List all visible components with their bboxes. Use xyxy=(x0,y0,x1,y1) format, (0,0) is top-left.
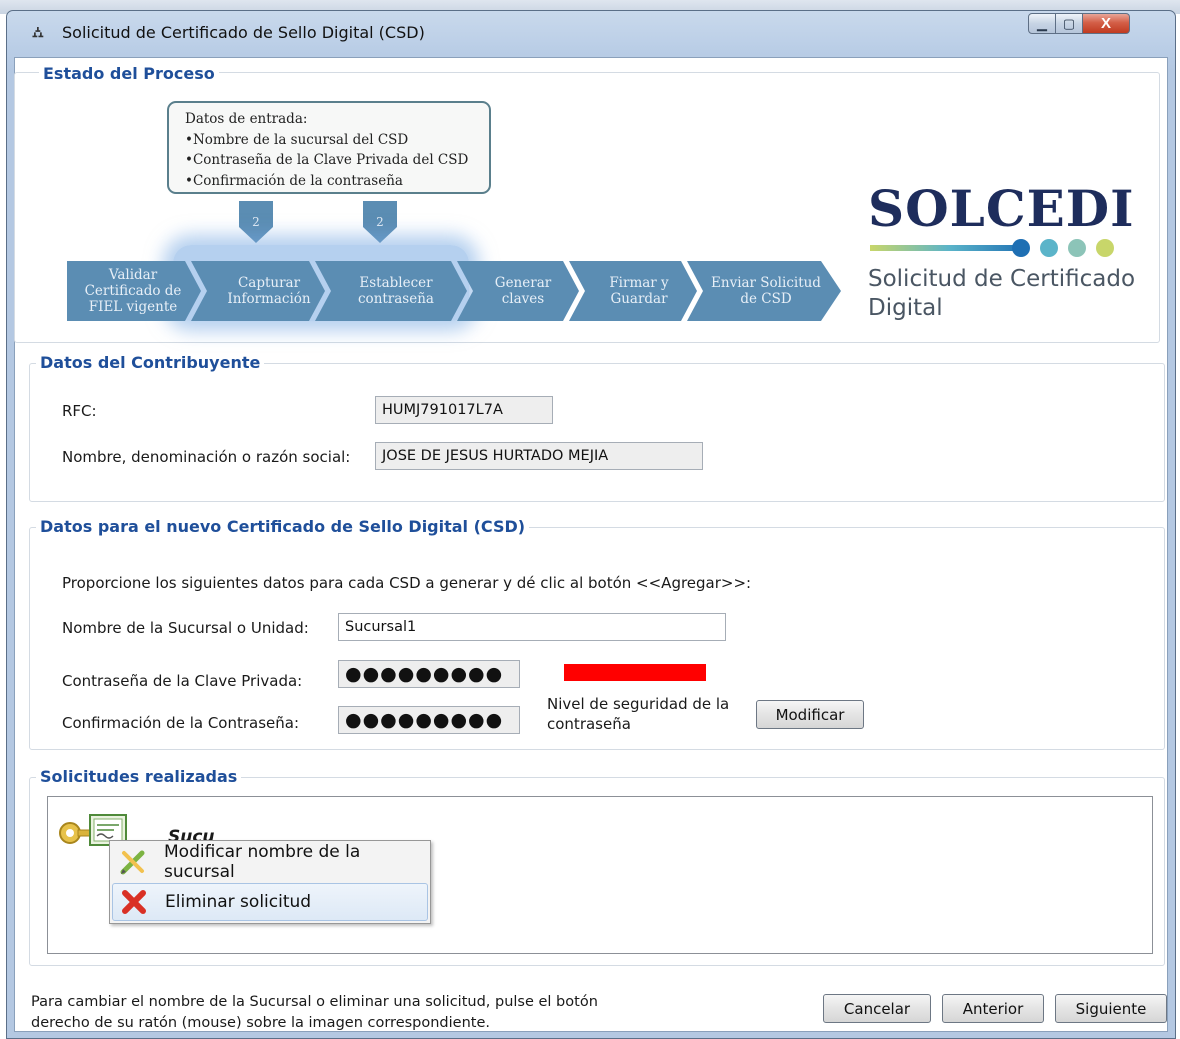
step-establecer: Establecer contraseña xyxy=(358,275,434,307)
rfc-label: RFC: xyxy=(62,402,97,420)
back-button[interactable]: Anterior xyxy=(942,994,1044,1023)
app-icon: ⛼ xyxy=(32,24,44,41)
contribuyente-legend: Datos del Contribuyente xyxy=(36,353,265,372)
context-menu: Modificar nombre de la sucursal Eliminar… xyxy=(109,840,431,924)
menu-item-eliminar-solicitud[interactable]: Eliminar solicitud xyxy=(112,883,428,921)
nombre-label: Nombre, denominación o razón social: xyxy=(62,448,351,466)
confirm-password-input[interactable]: ●●●●●●●●● xyxy=(338,706,520,734)
footer-hint-line: Para cambiar el nombre de la Sucursal o … xyxy=(31,994,598,1010)
maximize-button[interactable]: ▢ xyxy=(1056,13,1083,34)
contribuyente-group: Datos del Contribuyente RFC: HUMJ791017L… xyxy=(29,353,1165,502)
footer-hint: Para cambiar el nombre de la Sucursal o … xyxy=(31,992,598,1034)
cancel-button[interactable]: Cancelar xyxy=(823,994,931,1023)
menu-item-label: Eliminar solicitud xyxy=(165,892,312,912)
solcedi-logo: SOLCEDI Solicitud de Certificado Digital xyxy=(860,179,1140,329)
menu-item-modificar-sucursal[interactable]: Modificar nombre de la sucursal xyxy=(112,842,428,882)
arrow-number: 2 xyxy=(252,215,260,229)
close-button[interactable]: X xyxy=(1083,13,1130,34)
minimize-button[interactable]: ▁ xyxy=(1028,13,1056,34)
logo-subtitle: Solicitud de Certificado Digital xyxy=(868,265,1135,323)
arrow-number: 2 xyxy=(376,215,384,229)
step-validar: Validar Certificado de FIEL vigente xyxy=(84,267,182,315)
solicitudes-legend: Solicitudes realizadas xyxy=(36,767,242,786)
nombre-field: JOSE DE JESUS HURTADO MEJIA xyxy=(375,442,703,470)
logo-bar xyxy=(870,245,1028,251)
password-input[interactable]: ●●●●●●●●● xyxy=(338,660,520,688)
strength-label-line: Nivel de seguridad de la xyxy=(547,695,730,713)
logo-subtitle-line: Digital xyxy=(868,295,943,321)
window-title: Solicitud de Certificado de Sello Digita… xyxy=(62,23,425,42)
password-strength-label: Nivel de seguridad de la contraseña xyxy=(547,694,729,734)
rfc-field: HUMJ791017L7A xyxy=(375,396,553,424)
logo-subtitle-line: Solicitud de Certificado xyxy=(868,266,1136,292)
password-label: Contraseña de la Clave Privada: xyxy=(62,672,303,690)
menu-item-label: Modificar nombre de la sucursal xyxy=(164,842,361,882)
logo-dot xyxy=(1068,239,1086,257)
callout-line: •Confirmación de la contraseña xyxy=(185,172,403,189)
dialog-window: ⛼ Solicitud de Certificado de Sello Digi… xyxy=(6,10,1176,1039)
process-steps: Validar Certificado de FIEL vigente Capt… xyxy=(67,261,847,321)
dialog-client-area: Estado del Proceso Datos de entrada: •No… xyxy=(14,57,1168,1032)
input-data-callout: Datos de entrada: •Nombre de la sucursal… xyxy=(167,101,491,194)
logo-wordmark: SOLCEDI xyxy=(868,179,1135,238)
down-arrow-icon: 2 xyxy=(363,201,397,245)
estado-proceso-legend: Estado del Proceso xyxy=(39,64,219,83)
sucursal-label: Nombre de la Sucursal o Unidad: xyxy=(62,619,309,637)
title-bar: ⛼ Solicitud de Certificado de Sello Digi… xyxy=(14,11,1168,57)
confirm-label: Confirmación de la Contraseña: xyxy=(62,714,300,732)
next-button[interactable]: Siguiente xyxy=(1055,994,1167,1023)
modificar-button[interactable]: Modificar xyxy=(756,700,864,729)
step-enviar: Enviar Solicitud de CSD xyxy=(711,275,821,307)
footer-hint-line: derecho de su ratón (mouse) sobre la ima… xyxy=(31,1015,490,1031)
sucursal-input[interactable]: Sucursal1 xyxy=(338,613,726,641)
delete-x-icon xyxy=(119,887,149,917)
edit-pencil-icon xyxy=(118,847,148,877)
logo-dot xyxy=(1040,239,1058,257)
logo-dot xyxy=(1096,239,1114,257)
csd-legend: Datos para el nuevo Certificado de Sello… xyxy=(36,517,530,536)
estado-proceso-group: Estado del Proceso Datos de entrada: •No… xyxy=(14,64,1160,343)
csd-group: Datos para el nuevo Certificado de Sello… xyxy=(29,517,1165,750)
step-firmar: Firmar y Guardar xyxy=(609,275,669,307)
step-capturar: Capturar Información xyxy=(227,275,311,307)
callout-line: •Contraseña de la Clave Privada del CSD xyxy=(185,152,469,168)
logo-dot xyxy=(1012,239,1030,257)
callout-line: Datos de entrada: xyxy=(185,111,308,127)
csd-instructions: Proporcione los siguientes datos para ca… xyxy=(62,574,752,592)
password-strength-bar xyxy=(564,664,706,681)
step-generar: Generar claves xyxy=(494,275,552,307)
down-arrow-icon: 2 xyxy=(239,201,273,245)
callout-line: •Nombre de la sucursal del CSD xyxy=(185,131,409,148)
strength-label-line: contraseña xyxy=(547,715,631,733)
